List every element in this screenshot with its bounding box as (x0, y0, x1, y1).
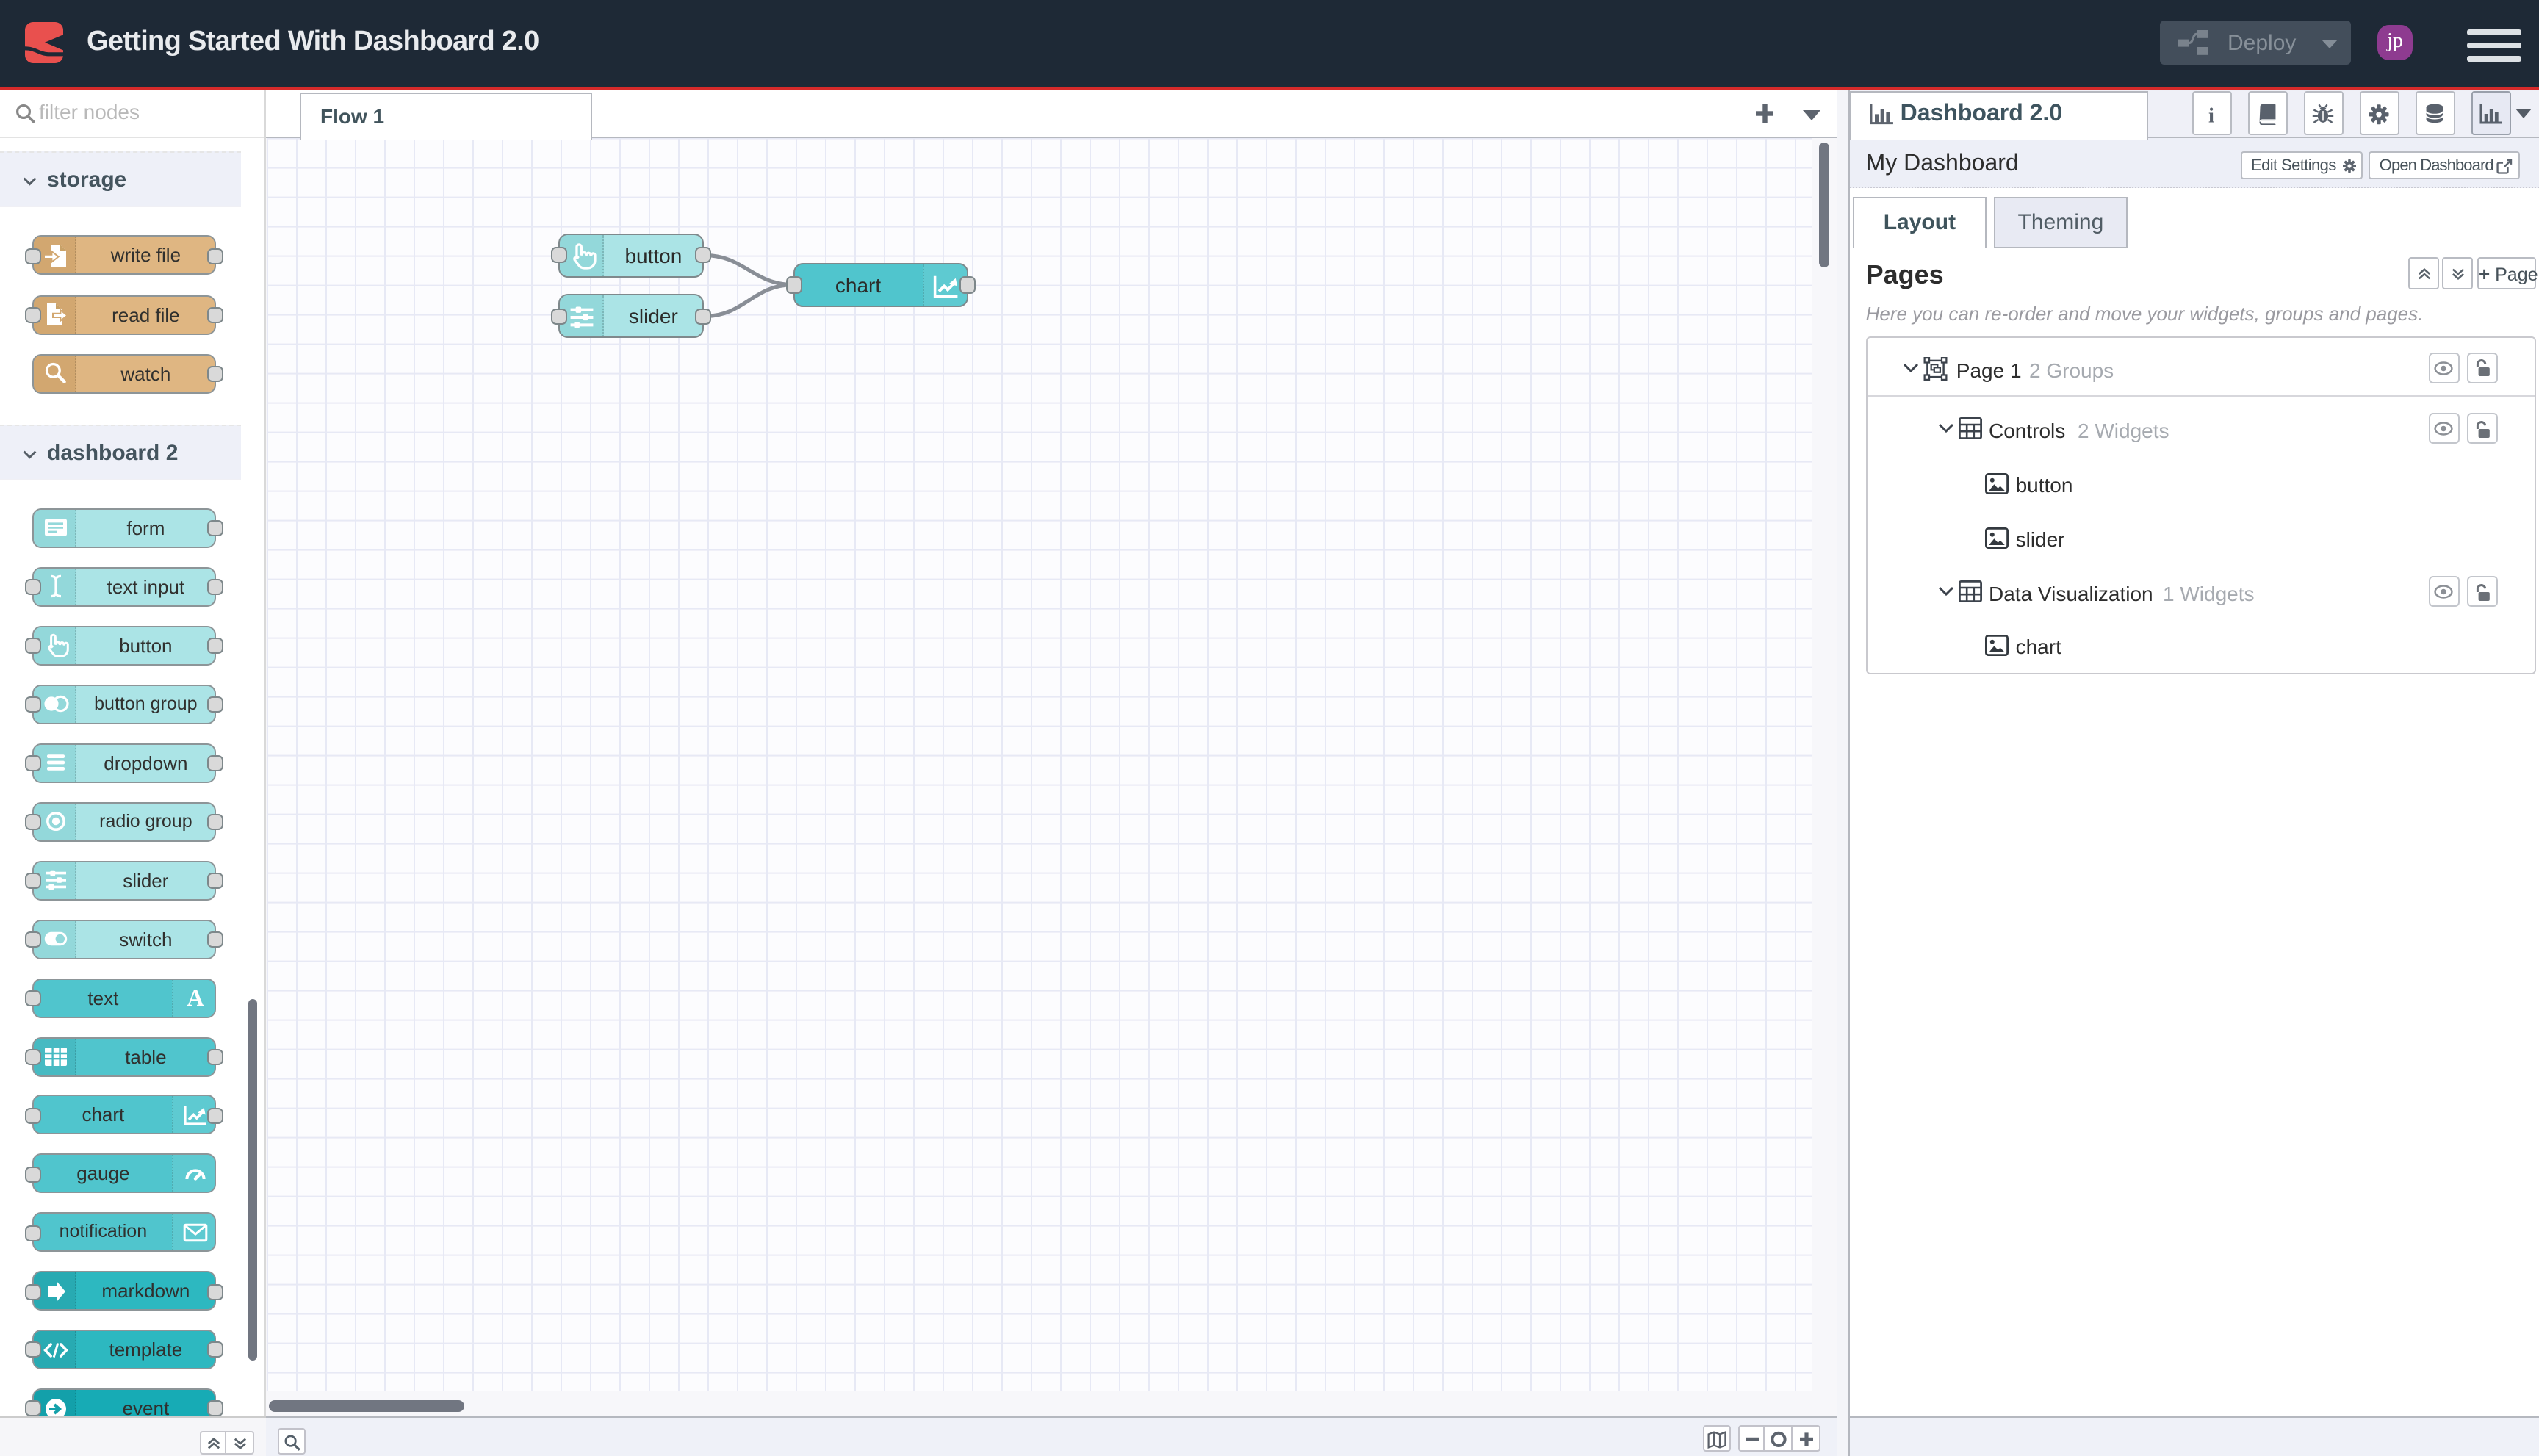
svg-text:i: i (2208, 104, 2214, 125)
svg-text:A: A (187, 984, 204, 1011)
